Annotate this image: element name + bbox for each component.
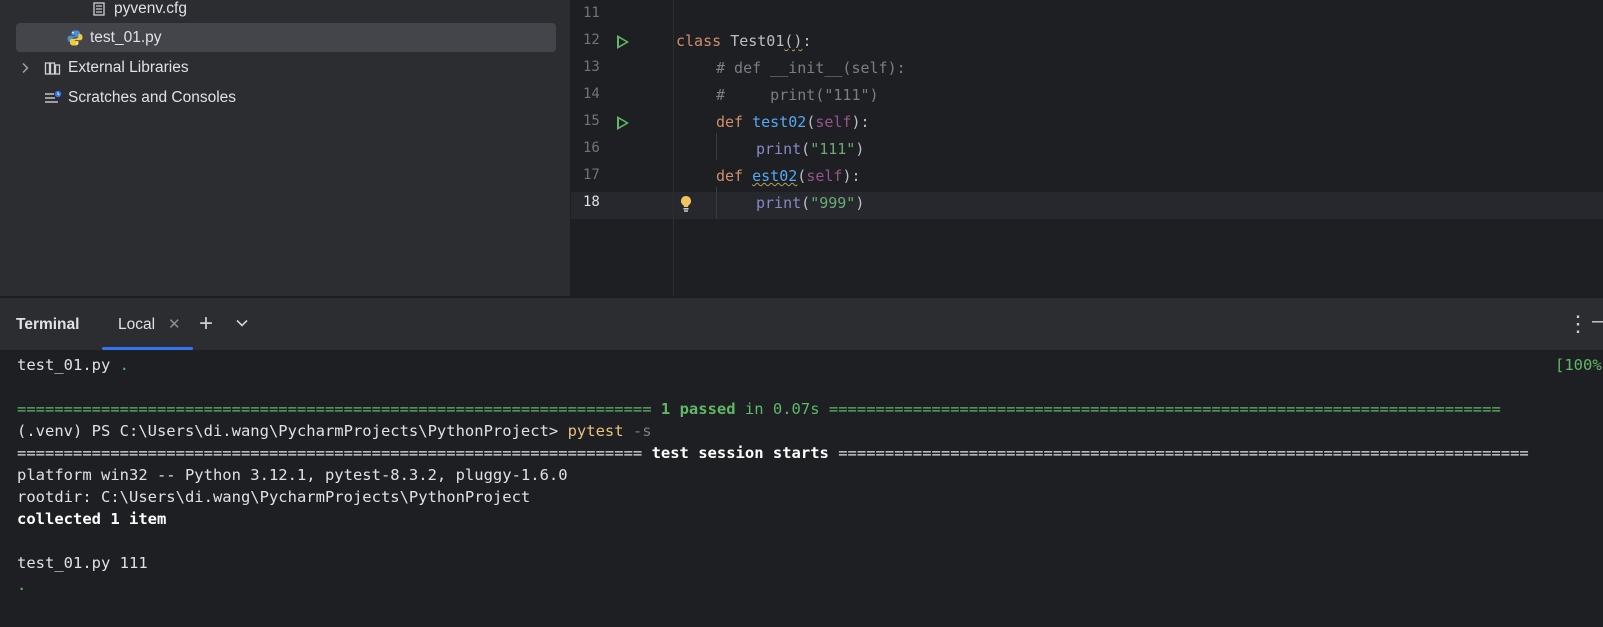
indent-guide — [716, 187, 717, 219]
current-line-highlight — [571, 192, 1603, 219]
line-number: 11 — [583, 5, 600, 21]
tab-local[interactable]: Local ✕ — [102, 298, 193, 350]
code-line-14: # print("111") — [716, 86, 879, 104]
python-file-icon — [66, 29, 84, 47]
project-tree-panel: pyvenv.cfg test_01.py External Libraries… — [0, 0, 571, 296]
collected-line: collected 1 item — [17, 510, 167, 528]
tree-item-label: External Libraries — [68, 58, 189, 76]
code-line-17: def est02(self): — [716, 167, 861, 185]
tree-item-pyvenv-cfg[interactable]: pyvenv.cfg — [90, 0, 187, 23]
session-header-line: ========================================… — [17, 444, 1529, 462]
progress-percent: [100% — [1555, 356, 1602, 374]
code-line-18: print("999") — [756, 194, 865, 212]
line-number: 16 — [583, 140, 600, 156]
code-line-16: print("111") — [756, 140, 865, 158]
chevron-down-icon[interactable] — [235, 316, 249, 330]
minimize-icon[interactable]: – — [1592, 310, 1603, 333]
summary-line: ========================================… — [17, 400, 1501, 418]
code-line-15: def test02(self): — [716, 113, 870, 131]
library-icon — [44, 59, 62, 77]
code-line-12: class Test01(): — [676, 32, 812, 50]
tree-item-label: Scratches and Consoles — [68, 88, 237, 106]
tree-item-test-01-py[interactable]: test_01.py — [16, 23, 556, 52]
config-file-icon — [90, 0, 108, 18]
tab-local-label: Local — [118, 316, 156, 333]
line-number: 13 — [583, 59, 600, 75]
lightbulb-icon[interactable] — [679, 195, 693, 218]
rootdir-line: rootdir: C:\Users\di.wang\PycharmProject… — [17, 488, 531, 506]
indent-guide — [716, 133, 717, 160]
prompt-line: (.venv) PS C:\Users\di.wang\PycharmProje… — [17, 422, 652, 440]
tree-item-scratches-and-consoles[interactable]: Scratches and Consoles — [44, 83, 236, 112]
line-number: 14 — [583, 86, 600, 102]
platform-line: platform win32 -- Python 3.12.1, pytest-… — [17, 466, 568, 484]
more-options-icon[interactable]: ⋮ — [1567, 311, 1589, 337]
terminal-title: Terminal — [16, 316, 80, 333]
tree-item-label: pyvenv.cfg — [114, 0, 187, 17]
terminal-toolbar: Terminal Local ✕ + ⋮ – — [0, 297, 1603, 350]
terminal-output[interactable]: test_01.py . [100% =====================… — [0, 350, 1603, 627]
chevron-right-icon[interactable] — [18, 62, 32, 74]
tree-item-external-libraries[interactable]: External Libraries — [18, 53, 189, 82]
test-output-line: test_01.py 111 — [17, 554, 148, 572]
code-editor[interactable]: 11 12 13 14 15 16 17 18 class Test01(): … — [571, 0, 1603, 296]
tree-item-label: test_01.py — [90, 28, 162, 46]
scratches-icon — [44, 89, 62, 107]
line-number: 17 — [583, 167, 600, 183]
add-tab-button[interactable]: + — [199, 310, 213, 338]
run-class-icon[interactable] — [617, 35, 629, 49]
run-test-icon[interactable] — [617, 116, 629, 130]
line-number: 18 — [583, 194, 600, 210]
terminal-line: test_01.py . — [17, 356, 130, 374]
test-result-dot: . — [17, 576, 27, 594]
close-icon[interactable]: ✕ — [168, 315, 181, 333]
gutter-separator — [673, 0, 674, 296]
code-line-13: # def __init__(self): — [716, 59, 906, 77]
